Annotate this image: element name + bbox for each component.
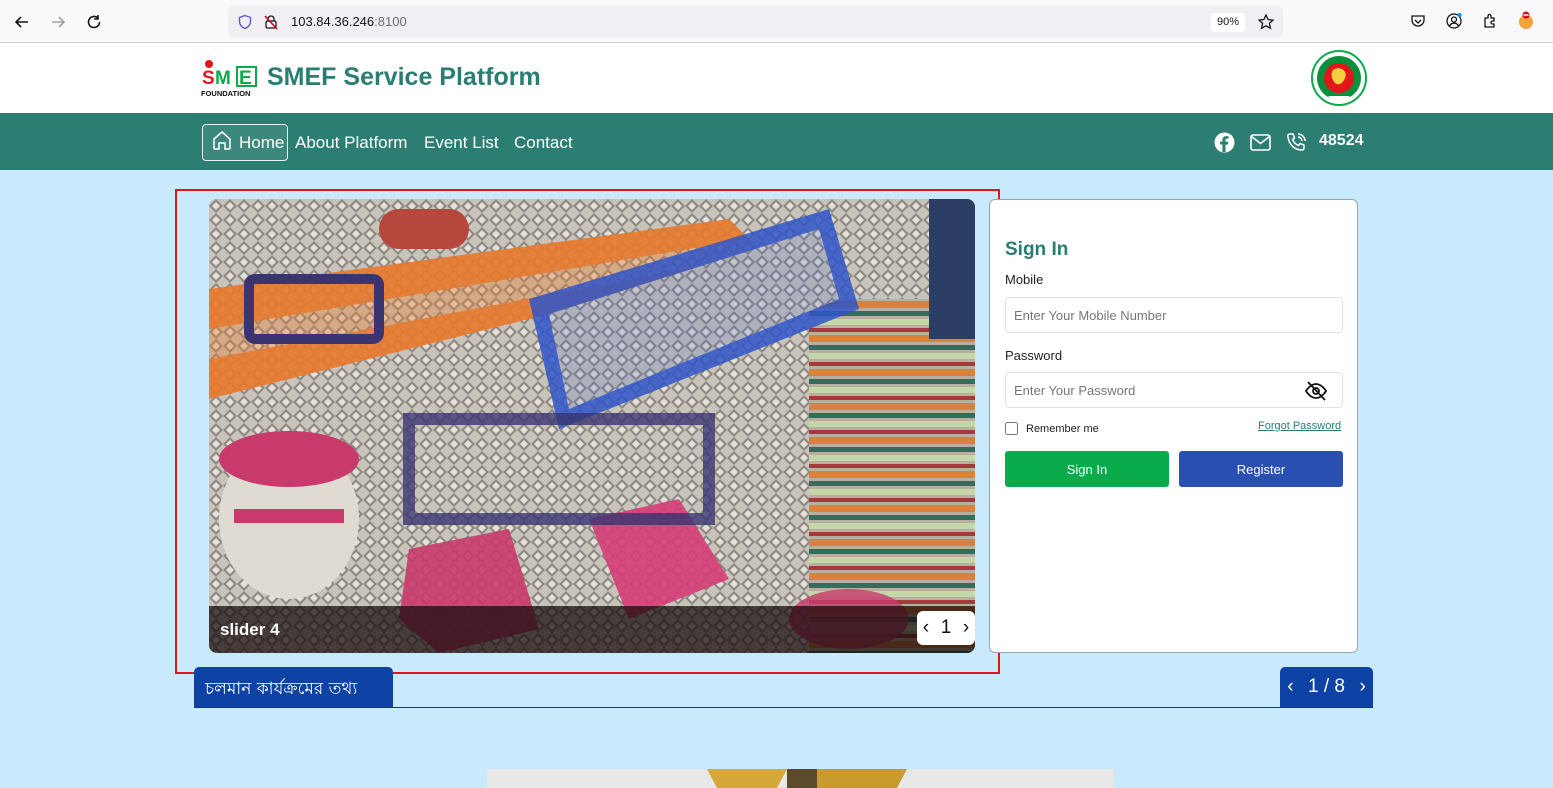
ongoing-programs-tab[interactable]: চলমান কার্যক্রমের তথ্য <box>194 667 393 707</box>
signin-title: Sign In <box>1005 239 1069 260</box>
hotline-number: 48524 <box>1319 132 1364 149</box>
email-icon[interactable] <box>1249 131 1271 153</box>
highlight-annotation-box <box>175 189 1000 674</box>
shield-icon[interactable] <box>237 14 253 34</box>
facebook-icon[interactable] <box>1213 131 1235 153</box>
signin-card: Sign In Mobile Password Remember me Forg… <box>989 199 1358 653</box>
programs-page-indicator: 1 / 8 <box>1308 676 1345 697</box>
toggle-password-visibility-icon[interactable] <box>1304 379 1328 403</box>
url-text: 103.84.36.246:8100 <box>291 14 407 29</box>
bookmark-star-icon[interactable] <box>1257 13 1275 35</box>
zoom-level-badge[interactable]: 90% <box>1211 13 1246 32</box>
nav-item-home[interactable]: Home <box>202 124 288 161</box>
account-icon[interactable] <box>1443 10 1465 32</box>
sme-foundation-logo[interactable]: S M E FOUNDATION <box>201 58 257 98</box>
signin-button[interactable]: Sign In <box>1005 451 1169 487</box>
svg-text:E: E <box>239 68 252 89</box>
forward-icon[interactable] <box>45 9 71 35</box>
back-icon[interactable] <box>9 9 35 35</box>
nav-item-contact[interactable]: Contact <box>514 124 573 161</box>
nav-item-event-list[interactable]: Event List <box>424 124 499 161</box>
government-seal-logo <box>1311 50 1367 106</box>
remember-me-checkbox[interactable] <box>1005 422 1018 435</box>
insecure-lock-icon[interactable] <box>263 14 279 34</box>
remember-me-label: Remember me <box>1026 422 1099 435</box>
mobile-label: Mobile <box>1005 272 1044 287</box>
main-navbar: Home About Platform Event List Contact 4… <box>0 113 1553 170</box>
reload-icon[interactable] <box>81 9 107 35</box>
register-button[interactable]: Register <box>1179 451 1343 487</box>
site-title[interactable]: SMEF Service Platform <box>267 63 541 92</box>
phone-icon[interactable] <box>1285 131 1307 153</box>
svg-text:FOUNDATION: FOUNDATION <box>201 89 250 98</box>
programs-next-button[interactable]: › <box>1359 676 1365 698</box>
home-icon <box>211 129 233 156</box>
nav-item-about-platform[interactable]: About Platform <box>295 124 407 161</box>
mobile-input[interactable] <box>1005 297 1343 333</box>
nav-item-label: Home <box>239 132 285 152</box>
browser-toolbar: 103.84.36.246:8100 90% <box>0 0 1553 43</box>
pocket-icon[interactable] <box>1407 10 1429 32</box>
password-label: Password <box>1005 348 1063 363</box>
svg-text:S: S <box>202 68 215 89</box>
programs-pager: ‹ 1 / 8 › <box>1280 667 1373 707</box>
address-bar[interactable]: 103.84.36.246:8100 90% <box>228 6 1283 38</box>
svg-text:M: M <box>215 68 231 89</box>
password-input[interactable] <box>1005 372 1343 408</box>
program-card-image[interactable] <box>487 769 1114 788</box>
profile-avatar-icon[interactable] <box>1515 10 1537 32</box>
programs-prev-button[interactable]: ‹ <box>1287 676 1293 698</box>
remember-me[interactable]: Remember me <box>1005 422 1099 435</box>
programs-divider <box>194 707 1373 708</box>
forgot-password-link[interactable]: Forgot Password <box>1258 420 1341 432</box>
site-header: S M E FOUNDATION SMEF Service Platform <box>0 43 1553 113</box>
extensions-icon[interactable] <box>1479 10 1501 32</box>
